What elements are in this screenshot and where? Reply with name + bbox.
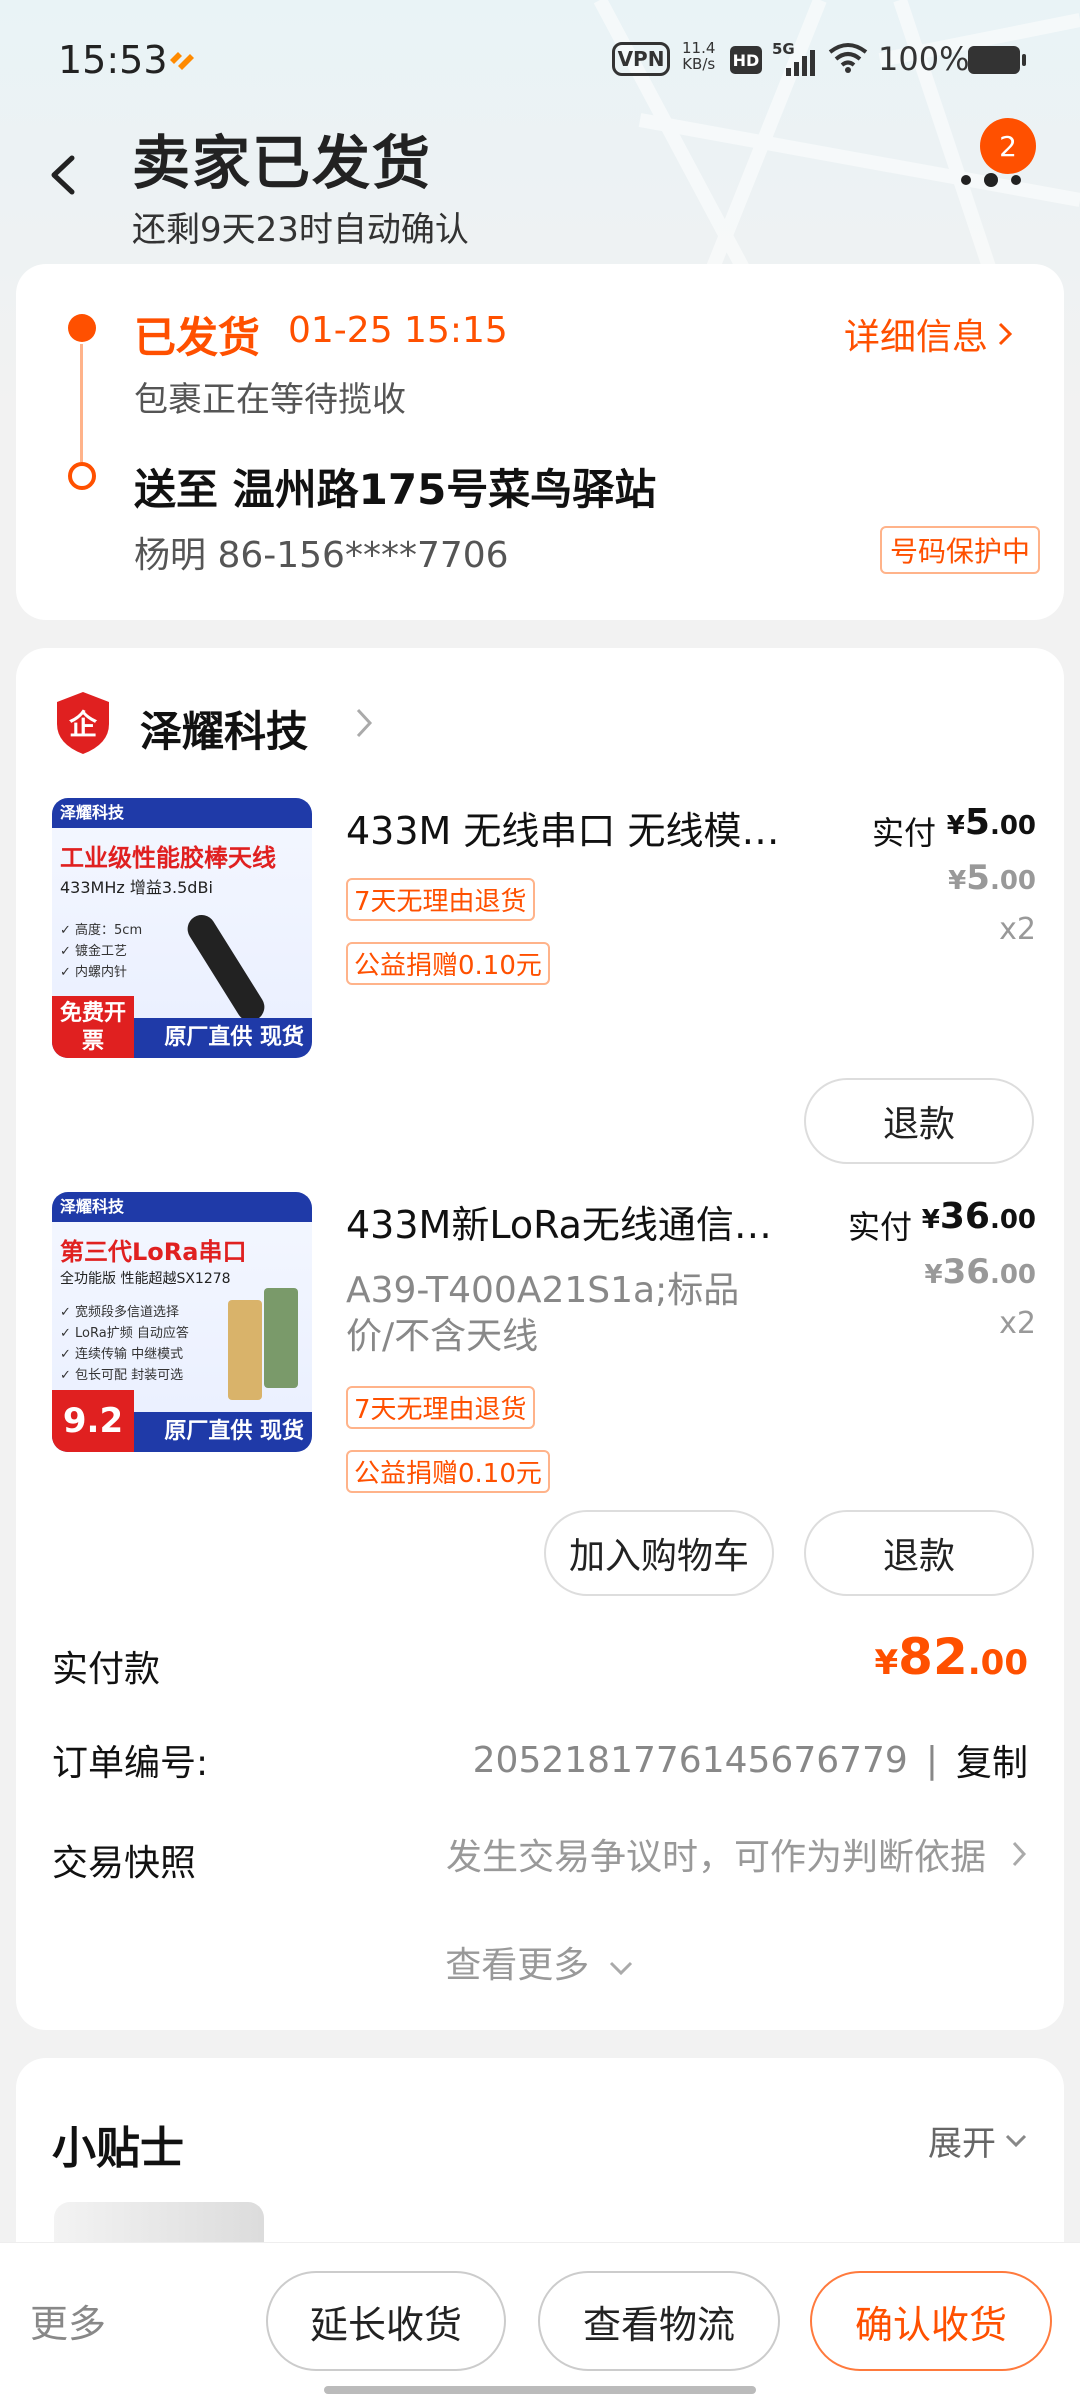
- order-number: 2052181776145676779: [472, 1739, 908, 1781]
- shop-name[interactable]: 泽耀科技: [140, 698, 308, 759]
- page-title: 卖家已发货: [132, 129, 433, 197]
- product-thumbnail[interactable]: 泽耀科技 工业级性能胶棒天线 433MHz 增益3.5dBi ✓ 高度：5cm ✓…: [52, 798, 312, 1058]
- status-time: 15:53: [58, 38, 168, 82]
- shipping-description: 包裹正在等待揽收: [134, 380, 406, 420]
- notification-badge: 2: [980, 118, 1036, 174]
- chevron-down-icon: [609, 1961, 632, 1976]
- detail-info-label: 详细信息: [843, 317, 988, 358]
- bottom-action-bar: 更多 延长收货 查看物流 确认收货: [0, 2242, 1080, 2400]
- divider: |: [925, 1739, 938, 1781]
- thumbnail-title: 工业级性能胶棒天线: [60, 844, 276, 872]
- chevron-right-icon: [1012, 1841, 1027, 1867]
- logistics-card[interactable]: 已发货 01-25 15:15 详细信息 包裹正在等待揽收 送至 温州路175号…: [16, 264, 1064, 620]
- thumbnail-tag: 9.2: [52, 1390, 134, 1452]
- chevron-right-icon: [998, 322, 1013, 346]
- paid-label: 实付: [848, 1208, 913, 1246]
- return-policy-tag: 7天无理由退货: [346, 878, 535, 921]
- timeline-dot-address: [68, 462, 96, 490]
- extend-receipt-button[interactable]: 延长收货: [266, 2271, 506, 2371]
- see-more-label: 查看更多: [445, 1945, 590, 1986]
- refund-button[interactable]: 退款: [804, 1510, 1034, 1596]
- total-paid-value: ¥82.00: [874, 1628, 1029, 1686]
- item-quantity: x2: [999, 912, 1036, 947]
- network-speed: 11.4 KB/s: [682, 39, 716, 73]
- signal-icon: 5G: [772, 40, 815, 76]
- snapshot-hint: 发生交易争议时，可作为判断依据: [445, 1837, 986, 1878]
- battery-icon: [968, 46, 1026, 74]
- total-paid-label: 实付款: [52, 1649, 161, 1690]
- svg-text:企: 企: [69, 708, 98, 741]
- add-to-cart-button[interactable]: 加入购物车: [544, 1510, 774, 1596]
- thumbnail-features: ✓ 高度：5cm ✓ 镀金工艺 ✓ 内螺内针: [60, 923, 143, 980]
- app-notification-icon: [170, 52, 194, 70]
- battery-percent: 100%: [878, 40, 970, 78]
- thumbnail-title: 第三代LoRa串口: [60, 1238, 247, 1266]
- order-number-label: 订单编号:: [52, 1743, 209, 1784]
- svg-text:5G: 5G: [772, 40, 795, 58]
- wifi-icon: [828, 43, 868, 73]
- confirm-receipt-button[interactable]: 确认收货: [810, 2271, 1052, 2371]
- back-arrow-icon[interactable]: [40, 150, 90, 200]
- timeline-dot-shipped: [68, 314, 96, 342]
- return-policy-tag: 7天无理由退货: [346, 1386, 535, 1429]
- detail-info-link[interactable]: 详细信息: [844, 308, 1014, 360]
- timeline-line: [80, 344, 83, 462]
- thumbnail-subtitle: 433MHz 增益3.5dBi: [60, 878, 213, 897]
- copy-button[interactable]: 复制: [956, 1734, 1028, 1786]
- module-image: [264, 1288, 298, 1388]
- paid-label: 实付: [872, 814, 937, 852]
- product-title[interactable]: 433M新LoRa无线通信…: [346, 1194, 816, 1249]
- charity-tag: 公益捐赠0.10元: [346, 942, 550, 985]
- thumbnail-brand: 泽耀科技: [52, 798, 312, 828]
- refund-button[interactable]: 退款: [804, 1078, 1034, 1164]
- paid-price: ¥36.00: [921, 1196, 1036, 1237]
- paid-price: ¥5.00: [946, 802, 1036, 843]
- product-spec: A39-T400A21S1a;标品价/不含天线: [346, 1270, 740, 1357]
- recipient-contact: 杨明 86-156****7706: [134, 535, 509, 576]
- tips-expand-label: 展开: [928, 2124, 996, 2164]
- product-thumbnail[interactable]: 泽耀科技 第三代LoRa串口 全功能版 性能超越SX1278 ✓ 宽频段多信道选…: [52, 1192, 312, 1452]
- vpn-icon: VPN: [612, 42, 670, 76]
- shipping-time: 01-25 15:15: [288, 310, 508, 351]
- tips-title: 小贴士: [52, 2123, 184, 2174]
- thumbnail-features: ✓ 宽频段多信道选择 ✓ LoRa扩频 自动应答 ✓ 连续传输 中继模式 ✓ 包长可配…: [60, 1305, 189, 1383]
- original-price: ¥36.00: [924, 1252, 1036, 1292]
- status-bar: 15:53 VPN 11.4 KB/s HD 5G 100%: [0, 0, 1080, 120]
- view-logistics-button[interactable]: 查看物流: [538, 2271, 780, 2371]
- auto-confirm-countdown: 还剩9天23时自动确认: [132, 210, 469, 250]
- order-card: 企 泽耀科技 泽耀科技 工业级性能胶棒天线 433MHz 增益3.5dBi ✓ …: [16, 648, 1064, 2030]
- see-more-button[interactable]: 查看更多: [16, 1936, 1064, 1988]
- thumbnail-subtitle: 全功能版 性能超越SX1278: [60, 1271, 231, 1287]
- module-image: [228, 1300, 262, 1400]
- more-actions-button[interactable]: 更多: [30, 2293, 106, 2348]
- shipping-status: 已发货: [134, 313, 261, 362]
- item-quantity: x2: [999, 1306, 1036, 1341]
- tips-expand-button[interactable]: 展开: [928, 2116, 1028, 2165]
- home-indicator[interactable]: [324, 2386, 756, 2394]
- order-number-row: 2052181776145676779 | 复制: [473, 1734, 1028, 1786]
- hd-icon: HD: [730, 46, 762, 74]
- privacy-protection-badge[interactable]: 号码保护中: [879, 526, 1040, 574]
- snapshot-link[interactable]: 发生交易争议时，可作为判断依据: [446, 1828, 1028, 1880]
- chevron-right-icon[interactable]: [354, 706, 374, 740]
- thumbnail-tag: 免费开票: [52, 996, 134, 1058]
- snapshot-label[interactable]: 交易快照: [52, 1834, 196, 1886]
- original-price: ¥5.00: [948, 858, 1036, 898]
- chevron-down-icon: [1005, 2134, 1027, 2147]
- enterprise-shield-icon: 企: [57, 692, 109, 754]
- delivery-address: 送至 温州路175号菜鸟驿站: [134, 465, 657, 514]
- thumbnail-brand: 泽耀科技: [52, 1192, 312, 1222]
- charity-tag: 公益捐赠0.10元: [346, 1450, 550, 1493]
- product-title[interactable]: 433M 无线串口 无线模…: [346, 800, 816, 855]
